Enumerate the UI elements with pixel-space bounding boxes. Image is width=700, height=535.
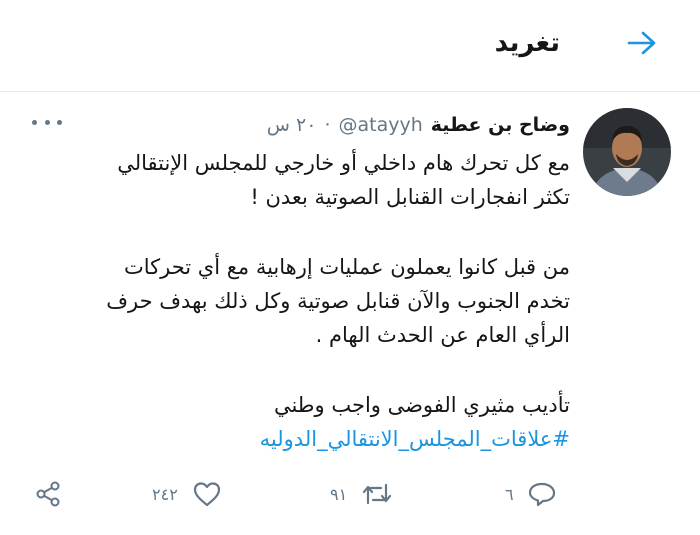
author-handle[interactable]: @atayyh (338, 114, 422, 136)
tweet-line: تأديب مثيري الفوضى واجب وطني (273, 393, 570, 417)
more-options-button[interactable] (32, 112, 62, 132)
more-icon-dot (32, 119, 37, 125)
share-button[interactable] (34, 478, 62, 510)
tweet-time[interactable]: ٢٠ س (267, 114, 317, 136)
like-button[interactable]: ٢٤٢ (152, 478, 222, 510)
tweet-line: الرأي العام عن الحدث الهام . (315, 323, 570, 347)
reply-icon (528, 482, 555, 507)
reply-count: ٦ (505, 484, 514, 504)
hashtag-link[interactable]: #علاقات_المجلس_الانتقالي_الدوليه (60, 422, 570, 456)
author-name[interactable]: وضاح بن عطية (431, 114, 570, 136)
page-title: تغريد (494, 28, 560, 58)
tweet-line: مع كل تحرك هام داخلي أو خارجي للمجلس الإ… (117, 151, 570, 175)
separator-dot: · (324, 114, 331, 136)
tweet-line: تكثر انفجارات القنابل الصوتية بعدن ! (250, 185, 570, 209)
share-icon (36, 481, 60, 507)
arrow-right-icon (627, 31, 656, 55)
reply-button[interactable]: ٦ (505, 478, 556, 510)
more-icon-dot (57, 119, 62, 125)
tweet-line: من قبل كانوا يعملون عمليات إرهابية مع أي… (123, 255, 570, 279)
tweet-line: تخدم الجنوب والآن قنابل صوتية وكل ذلك به… (106, 289, 570, 313)
back-button[interactable] (622, 26, 662, 60)
like-icon (193, 482, 220, 507)
retweet-count: ٩١ (330, 484, 348, 504)
retweet-button[interactable]: ٩١ (330, 478, 393, 510)
like-count: ٢٤٢ (152, 484, 178, 504)
more-icon-dot (44, 119, 50, 125)
tweet-header: وضاح بن عطية @atayyh · ٢٠ س (267, 112, 570, 138)
top-bar: تغريد (0, 0, 700, 92)
avatar-image (583, 108, 671, 196)
retweet-icon (363, 483, 392, 505)
avatar[interactable] (583, 108, 671, 196)
tweet-actions: ٦ ٩١ ٢٤٢ (0, 478, 700, 510)
